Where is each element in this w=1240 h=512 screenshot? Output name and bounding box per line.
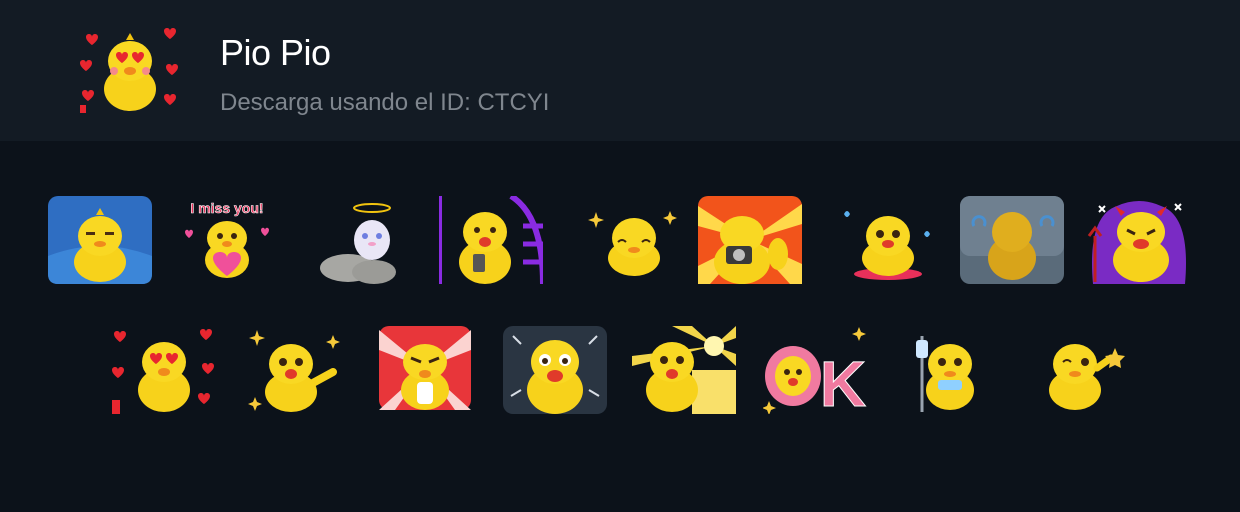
- duck-camera-icon: [698, 196, 802, 284]
- sticker-duck-smug[interactable]: [48, 196, 152, 284]
- pack-header: Pio Pio Descarga usando el ID: CTCYI: [0, 0, 1240, 141]
- duck-iv-drip-icon: [916, 336, 974, 412]
- duck-angel-icon: [320, 203, 396, 284]
- duck-wink-star-icon: [1049, 344, 1125, 410]
- sticker-duck-devil[interactable]: [1087, 196, 1191, 284]
- duck-phone-icon: [439, 196, 543, 284]
- duck-hearts-eyes-icon: [112, 329, 214, 414]
- sticker-duck-wink[interactable]: [1035, 326, 1139, 414]
- duck-heart-icon: I miss you!: [185, 200, 269, 278]
- sticker-duck-camera[interactable]: [698, 196, 802, 284]
- sticker-duck-crying[interactable]: [836, 196, 940, 284]
- duck-shocked-icon: [503, 326, 607, 414]
- duck-crying-icon: [844, 211, 930, 280]
- duck-smug-blue-icon: [48, 196, 152, 284]
- sticker-duck-angel[interactable]: [318, 196, 422, 284]
- duck-ok-icon: K: [763, 327, 867, 414]
- pack-download-id: Descarga usando el ID: CTCYI: [220, 89, 550, 116]
- duck-hearts-eyes-icon: [80, 27, 180, 113]
- duck-back-icon: [960, 196, 1064, 284]
- sticker-duck-hearts[interactable]: [112, 326, 216, 414]
- sticker-duck-idea[interactable]: [632, 326, 736, 414]
- sticker-duck-sparkle[interactable]: [582, 196, 686, 284]
- sticker-duck-dance[interactable]: [243, 326, 347, 414]
- sticker-duck-sick[interactable]: [900, 326, 1004, 414]
- sticker-duck-phone[interactable]: [439, 196, 543, 284]
- sticker-duck-ok[interactable]: K: [763, 326, 867, 414]
- duck-angry-icon: [379, 326, 471, 410]
- duck-idea-icon: [632, 326, 736, 414]
- sticker-duck-shocked[interactable]: [503, 326, 607, 414]
- svg-text:K: K: [820, 348, 866, 414]
- duck-sparkle-icon: [588, 211, 677, 276]
- svg-text:I miss you!: I miss you!: [190, 200, 263, 216]
- sticker-duck-back[interactable]: [960, 196, 1064, 284]
- pack-title: Pio Pio: [220, 32, 331, 73]
- sticker-duck-i-miss-you[interactable]: I miss you!: [175, 196, 279, 284]
- sticker-duck-angry[interactable]: [375, 326, 479, 414]
- duck-dance-icon: [248, 330, 340, 412]
- duck-devil-icon: [1087, 201, 1186, 284]
